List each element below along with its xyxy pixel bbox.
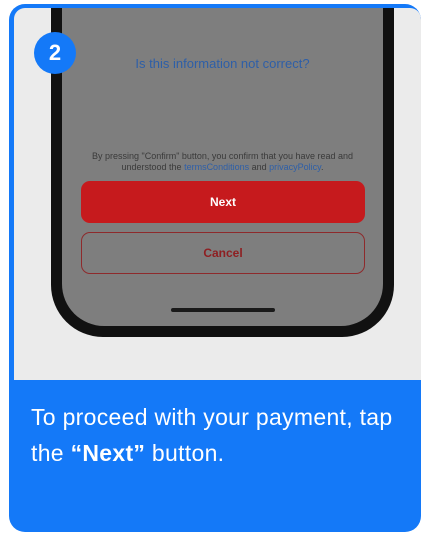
consent-suffix: . [320, 162, 324, 172]
instruction-text: To proceed with your payment, tap the “N… [31, 399, 401, 471]
step-number-badge: 2 [34, 32, 76, 74]
privacy-policy-link[interactable]: privacyPolicy [269, 162, 321, 172]
terms-conditions-link[interactable]: termsConditions [184, 162, 249, 172]
tutorial-card: Is this information not correct? By pres… [9, 4, 421, 532]
next-button[interactable]: Next [81, 181, 365, 223]
phone-screen: Is this information not correct? By pres… [62, 8, 383, 326]
cancel-button[interactable]: Cancel [81, 232, 365, 274]
home-indicator [171, 308, 275, 312]
instruction-emphasis: “Next” [70, 440, 146, 466]
consent-middle: and [249, 162, 270, 172]
instruction-after: button. [145, 440, 225, 466]
next-button-label: Next [209, 195, 236, 209]
screenshot-area: Is this information not correct? By pres… [14, 8, 421, 380]
cancel-button-label: Cancel [203, 246, 243, 260]
consent-text: By pressing "Confirm" button, you confir… [82, 151, 363, 173]
info-not-correct-link[interactable]: Is this information not correct? [62, 56, 383, 71]
phone-frame: Is this information not correct? By pres… [51, 8, 394, 337]
